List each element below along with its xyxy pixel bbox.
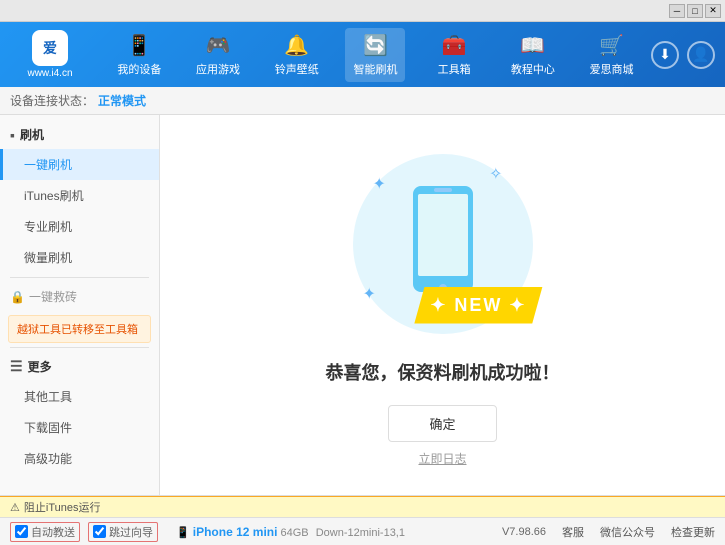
footer-check-update[interactable]: 检查更新 xyxy=(671,524,715,540)
nav-apps-icon: 🎮 xyxy=(206,33,231,58)
nav-my-device-icon: 📱 xyxy=(127,33,152,58)
sparkle-1: ✦ xyxy=(373,174,386,194)
sidebar-item-download-firmware[interactable]: 下载固件 xyxy=(0,412,159,443)
sidebar-item-advanced[interactable]: 高级功能 xyxy=(0,443,159,474)
device-firmware: Down-12mini-13,1 xyxy=(316,527,405,539)
jailbreak-notice: 越狱工具已转移至工具箱 xyxy=(8,315,151,343)
status-label: 设备连接状态： xyxy=(10,92,94,109)
content-area: ✦ ✧ ✦ ✦ NEW ✦ 恭喜您，保资料刷机成功啦！ 确定 立即日志 xyxy=(160,115,725,495)
close-button[interactable]: ✕ xyxy=(705,4,721,18)
success-text: 恭喜您，保资料刷机成功啦！ xyxy=(326,359,560,385)
sidebar-item-pro-flash[interactable]: 专业刷机 xyxy=(0,211,159,242)
sidebar-divider-2 xyxy=(10,347,149,348)
success-illustration: ✦ ✧ ✦ ✦ NEW ✦ xyxy=(343,144,543,344)
itunes-flash-label: iTunes刷机 xyxy=(24,189,84,203)
new-badge: ✦ NEW ✦ xyxy=(414,287,542,324)
sidebar-divider-1 xyxy=(10,277,149,278)
auto-jump-checkbox-item[interactable]: 自动教送 xyxy=(10,522,80,542)
device-storage: 64GB xyxy=(281,527,309,539)
nav-tutorials-icon: 📖 xyxy=(520,33,545,58)
main-layout: ▪ 刷机 一键刷机 iTunes刷机 专业刷机 微量刷机 🔒 一键救砖 越狱工具… xyxy=(0,115,725,495)
nav-my-device-label: 我的设备 xyxy=(117,61,161,77)
auto-jump-label: 自动教送 xyxy=(31,524,75,540)
other-tools-label: 其他工具 xyxy=(24,390,72,404)
phone-svg xyxy=(408,184,478,304)
device-name: iPhone 12 mini xyxy=(193,525,278,539)
title-bar: ─ □ ✕ xyxy=(0,0,725,22)
user-button[interactable]: 👤 xyxy=(687,41,715,69)
nav-ringtones-icon: 🔔 xyxy=(284,33,309,58)
download-firmware-label: 下载固件 xyxy=(24,421,72,435)
confirm-button[interactable]: 确定 xyxy=(388,405,496,442)
header: 爱 www.i4.cn 📱 我的设备 🎮 应用游戏 🔔 铃声壁纸 🔄 智能刷机 … xyxy=(0,22,725,87)
footer: 自动教送 跳过向导 📱 iPhone 12 mini 64GB Down-12m… xyxy=(0,517,725,545)
status-bar: 设备连接状态： 正常模式 xyxy=(0,87,725,115)
flash-section-title: 刷机 xyxy=(20,126,44,143)
nav-store-label: 爱思商城 xyxy=(590,61,634,77)
logo-icon: 爱 xyxy=(32,30,68,66)
version-text: V7.98.66 xyxy=(502,526,546,538)
sidebar-locked-section: 🔒 一键救砖 xyxy=(0,282,159,311)
sidebar-section-more: ☰ 更多 xyxy=(0,352,159,381)
sidebar-item-other-tools[interactable]: 其他工具 xyxy=(0,381,159,412)
device-info: 📱 iPhone 12 mini 64GB Down-12mini-13,1 xyxy=(176,525,405,539)
lock-icon: 🔒 xyxy=(10,290,25,304)
nav-ringtones[interactable]: 🔔 铃声壁纸 xyxy=(267,28,327,82)
footer-customer-service[interactable]: 客服 xyxy=(562,524,584,540)
itunes-notice-bar: ⚠ 阻止iTunes运行 xyxy=(0,496,725,517)
nav-my-device[interactable]: 📱 我的设备 xyxy=(109,28,169,82)
itunes-notice-icon: ⚠ xyxy=(10,501,20,514)
nav-store-icon: 🛒 xyxy=(599,33,624,58)
download-button[interactable]: ⬇ xyxy=(651,41,679,69)
header-right: ⬇ 👤 xyxy=(651,41,715,69)
one-click-flash-label: 一键刷机 xyxy=(24,158,72,172)
footer-container: ⚠ 阻止iTunes运行 自动教送 跳过向导 📱 iPhone 12 mini … xyxy=(0,495,725,545)
again-link[interactable]: 立即日志 xyxy=(418,450,466,467)
sidebar-section-flash: ▪ 刷机 xyxy=(0,120,159,149)
footer-right: V7.98.66 客服 微信公众号 检查更新 xyxy=(502,524,715,540)
sparkle-3: ✦ xyxy=(363,284,376,304)
skip-wizard-checkbox[interactable] xyxy=(93,525,106,538)
auto-jump-checkbox[interactable] xyxy=(15,525,28,538)
sidebar-item-micro-flash[interactable]: 微量刷机 xyxy=(0,242,159,273)
nav-smart-flash-icon: 🔄 xyxy=(363,33,388,58)
footer-wechat[interactable]: 微信公众号 xyxy=(600,524,655,540)
pro-flash-label: 专业刷机 xyxy=(24,220,72,234)
status-value: 正常模式 xyxy=(98,92,146,109)
more-section-title: 更多 xyxy=(28,358,52,375)
locked-section-title: 一键救砖 xyxy=(29,288,77,305)
itunes-notice-text: 阻止iTunes运行 xyxy=(24,499,101,515)
nav-store[interactable]: 🛒 爱思商城 xyxy=(582,28,642,82)
jailbreak-notice-text: 越狱工具已转移至工具箱 xyxy=(17,324,138,336)
sidebar-item-itunes-flash[interactable]: iTunes刷机 xyxy=(0,180,159,211)
device-icon: 📱 xyxy=(176,527,190,539)
minimize-button[interactable]: ─ xyxy=(669,4,685,18)
nav-tutorials[interactable]: 📖 教程中心 xyxy=(503,28,563,82)
flash-section-icon: ▪ xyxy=(10,127,15,143)
sidebar-item-one-click-flash[interactable]: 一键刷机 xyxy=(0,149,159,180)
nav-smart-flash[interactable]: 🔄 智能刷机 xyxy=(345,28,405,82)
nav-smart-flash-label: 智能刷机 xyxy=(353,61,397,77)
skip-wizard-checkbox-item[interactable]: 跳过向导 xyxy=(88,522,158,542)
skip-wizard-label: 跳过向导 xyxy=(109,524,153,540)
nav-apps-label: 应用游戏 xyxy=(196,61,240,77)
sidebar: ▪ 刷机 一键刷机 iTunes刷机 专业刷机 微量刷机 🔒 一键救砖 越狱工具… xyxy=(0,115,160,495)
nav-toolbox[interactable]: 🧰 工具箱 xyxy=(424,28,484,82)
logo-url: www.i4.cn xyxy=(27,68,72,79)
nav-apps-games[interactable]: 🎮 应用游戏 xyxy=(188,28,248,82)
nav-tutorials-label: 教程中心 xyxy=(511,61,555,77)
nav-toolbox-label: 工具箱 xyxy=(438,61,471,77)
advanced-label: 高级功能 xyxy=(24,452,72,466)
nav-toolbox-icon: 🧰 xyxy=(442,33,467,58)
sparkle-2: ✧ xyxy=(489,164,502,184)
micro-flash-label: 微量刷机 xyxy=(24,251,72,265)
maximize-button[interactable]: □ xyxy=(687,4,703,18)
logo[interactable]: 爱 www.i4.cn xyxy=(10,30,90,79)
nav-bar: 📱 我的设备 🎮 应用游戏 🔔 铃声壁纸 🔄 智能刷机 🧰 工具箱 📖 教程中心… xyxy=(100,28,651,82)
footer-left: 自动教送 跳过向导 📱 iPhone 12 mini 64GB Down-12m… xyxy=(10,522,502,542)
nav-ringtones-label: 铃声壁纸 xyxy=(275,61,319,77)
more-section-icon: ☰ xyxy=(10,358,23,375)
